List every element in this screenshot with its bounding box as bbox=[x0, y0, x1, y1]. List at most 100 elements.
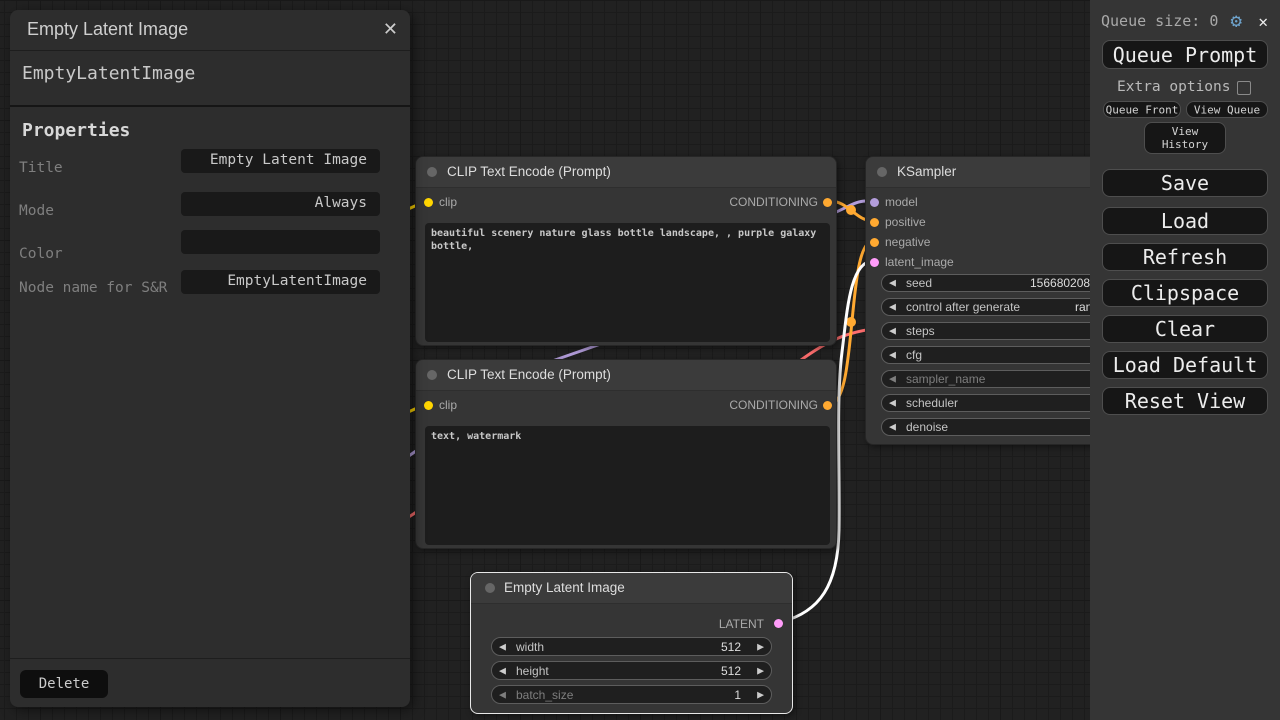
node-title: CLIP Text Encode (Prompt) bbox=[447, 367, 611, 382]
field-label-mode: Mode bbox=[19, 201, 179, 221]
widget-label: width bbox=[516, 640, 544, 654]
widget-label: sampler_name bbox=[906, 372, 985, 386]
queue-size-label: Queue size: 0 bbox=[1101, 12, 1218, 30]
collapse-dot-icon[interactable] bbox=[427, 167, 437, 177]
node-type-row: EmptyLatentImage bbox=[10, 51, 410, 107]
decrement-arrow-icon[interactable]: ◀ bbox=[499, 665, 506, 676]
button-label: Refresh bbox=[1143, 245, 1227, 269]
decrement-arrow-icon[interactable]: ◀ bbox=[889, 422, 896, 433]
width-widget[interactable]: ◀ width 512 ▶ bbox=[491, 637, 772, 656]
latent-output-port[interactable] bbox=[774, 619, 783, 628]
increment-arrow-icon[interactable]: ▶ bbox=[757, 665, 764, 676]
conditioning-output-port[interactable] bbox=[823, 198, 832, 207]
latent-image-input-port[interactable] bbox=[870, 258, 879, 267]
widget-label: denoise bbox=[906, 420, 948, 434]
clear-button[interactable]: Clear bbox=[1102, 315, 1268, 343]
model-input-port[interactable] bbox=[870, 198, 879, 207]
positive-input-port[interactable] bbox=[870, 218, 879, 227]
conditioning-output-label: CONDITIONING bbox=[729, 398, 818, 412]
reset-view-button[interactable]: Reset View bbox=[1102, 387, 1268, 415]
node-title: Empty Latent Image bbox=[504, 580, 625, 595]
button-label: Queue Front bbox=[1106, 103, 1179, 116]
title-field[interactable]: Empty Latent Image bbox=[181, 149, 380, 173]
widget-value: 1 bbox=[734, 688, 741, 702]
negative-input-port[interactable] bbox=[870, 238, 879, 247]
height-widget[interactable]: ◀ height 512 ▶ bbox=[491, 661, 772, 680]
load-button[interactable]: Load bbox=[1102, 207, 1268, 235]
field-value: Empty Latent Image bbox=[210, 152, 367, 168]
button-label: Load Default bbox=[1113, 353, 1258, 377]
decrement-arrow-icon[interactable]: ◀ bbox=[889, 326, 896, 337]
field-label-node-name: Node name for S&R bbox=[19, 278, 179, 298]
conditioning-output-port[interactable] bbox=[823, 401, 832, 410]
field-value: EmptyLatentImage bbox=[227, 273, 367, 289]
clip-input-port[interactable] bbox=[424, 401, 433, 410]
node-title: CLIP Text Encode (Prompt) bbox=[447, 164, 611, 179]
gear-icon[interactable]: ⚙ bbox=[1231, 10, 1242, 32]
button-label: Queue Prompt bbox=[1113, 43, 1258, 67]
prompt-textarea[interactable]: text, watermark bbox=[425, 426, 830, 545]
decrement-arrow-icon[interactable]: ◀ bbox=[499, 641, 506, 652]
close-icon[interactable]: ✕ bbox=[383, 19, 398, 40]
button-label: View Queue bbox=[1194, 103, 1260, 116]
properties-heading: Properties bbox=[22, 120, 130, 141]
node-clip-text-encode-negative[interactable]: CLIP Text Encode (Prompt) clip CONDITION… bbox=[415, 359, 837, 549]
extra-options-label: Extra options bbox=[1117, 79, 1231, 95]
color-field[interactable] bbox=[181, 230, 380, 254]
queue-front-button[interactable]: Queue Front bbox=[1103, 101, 1181, 118]
decrement-arrow-icon[interactable]: ◀ bbox=[889, 302, 896, 313]
button-label: Save bbox=[1161, 171, 1209, 195]
decrement-arrow-icon[interactable]: ◀ bbox=[889, 398, 896, 409]
widget-value: 512 bbox=[721, 664, 741, 678]
prompt-textarea[interactable]: beautiful scenery nature glass bottle la… bbox=[425, 223, 830, 342]
panel-title-bar: Empty Latent Image ✕ bbox=[10, 10, 410, 51]
decrement-arrow-icon[interactable]: ◀ bbox=[889, 350, 896, 361]
widget-label: cfg bbox=[906, 348, 922, 362]
panel-title: Empty Latent Image bbox=[27, 19, 188, 40]
comfy-menu-panel: Queue size: 0 ⚙ ✕ Queue Prompt Extra opt… bbox=[1090, 0, 1280, 720]
node-empty-latent-image[interactable]: Empty Latent Image LATENT ◀ width 512 ▶ … bbox=[470, 572, 793, 714]
increment-arrow-icon[interactable]: ▶ bbox=[757, 689, 764, 700]
widget-value: 512 bbox=[721, 640, 741, 654]
comfyui-canvas[interactable]: CLIP Text Encode (Prompt) clip CONDITION… bbox=[0, 0, 1280, 720]
close-icon[interactable]: ✕ bbox=[1258, 12, 1268, 31]
latent-output-label: LATENT bbox=[719, 617, 764, 631]
widget-label: control after generate bbox=[906, 300, 1020, 314]
view-history-button[interactable]: View History bbox=[1144, 122, 1226, 154]
clip-input-label: clip bbox=[439, 195, 457, 209]
increment-arrow-icon[interactable]: ▶ bbox=[757, 641, 764, 652]
collapse-dot-icon[interactable] bbox=[485, 583, 495, 593]
delete-button[interactable]: Delete bbox=[20, 670, 108, 698]
save-button[interactable]: Save bbox=[1102, 169, 1268, 197]
queue-size-row: Queue size: 0 ⚙ ✕ bbox=[1090, 10, 1280, 32]
decrement-arrow-icon[interactable]: ◀ bbox=[889, 278, 896, 289]
node-properties-panel: Empty Latent Image ✕ EmptyLatentImage Pr… bbox=[10, 10, 410, 707]
clipspace-button[interactable]: Clipspace bbox=[1102, 279, 1268, 307]
button-label: Load bbox=[1161, 209, 1209, 233]
view-queue-button[interactable]: View Queue bbox=[1186, 101, 1268, 118]
extra-options-row: Extra options bbox=[1090, 79, 1280, 97]
batch-size-widget[interactable]: ◀ batch_size 1 ▶ bbox=[491, 685, 772, 704]
delete-button-label: Delete bbox=[39, 676, 90, 692]
widget-label: scheduler bbox=[906, 396, 958, 410]
clip-input-port[interactable] bbox=[424, 198, 433, 207]
mode-field[interactable]: Always bbox=[181, 192, 380, 216]
conditioning-output-label: CONDITIONING bbox=[729, 195, 818, 209]
node-title-bar[interactable]: CLIP Text Encode (Prompt) bbox=[416, 360, 836, 391]
node-title-bar[interactable]: CLIP Text Encode (Prompt) bbox=[416, 157, 836, 188]
divider bbox=[10, 658, 410, 659]
load-default-button[interactable]: Load Default bbox=[1102, 351, 1268, 379]
snr-name-field[interactable]: EmptyLatentImage bbox=[181, 270, 380, 294]
node-type-name: EmptyLatentImage bbox=[22, 63, 195, 84]
collapse-dot-icon[interactable] bbox=[427, 370, 437, 380]
collapse-dot-icon[interactable] bbox=[877, 167, 887, 177]
decrement-arrow-icon[interactable]: ◀ bbox=[889, 374, 896, 385]
node-clip-text-encode-positive[interactable]: CLIP Text Encode (Prompt) clip CONDITION… bbox=[415, 156, 837, 346]
refresh-button[interactable]: Refresh bbox=[1102, 243, 1268, 271]
queue-prompt-button[interactable]: Queue Prompt bbox=[1102, 40, 1268, 69]
positive-input-label: positive bbox=[885, 215, 926, 229]
model-input-label: model bbox=[885, 195, 918, 209]
decrement-arrow-icon[interactable]: ◀ bbox=[499, 689, 506, 700]
node-title-bar[interactable]: Empty Latent Image bbox=[471, 573, 792, 604]
extra-options-checkbox[interactable] bbox=[1237, 81, 1251, 95]
